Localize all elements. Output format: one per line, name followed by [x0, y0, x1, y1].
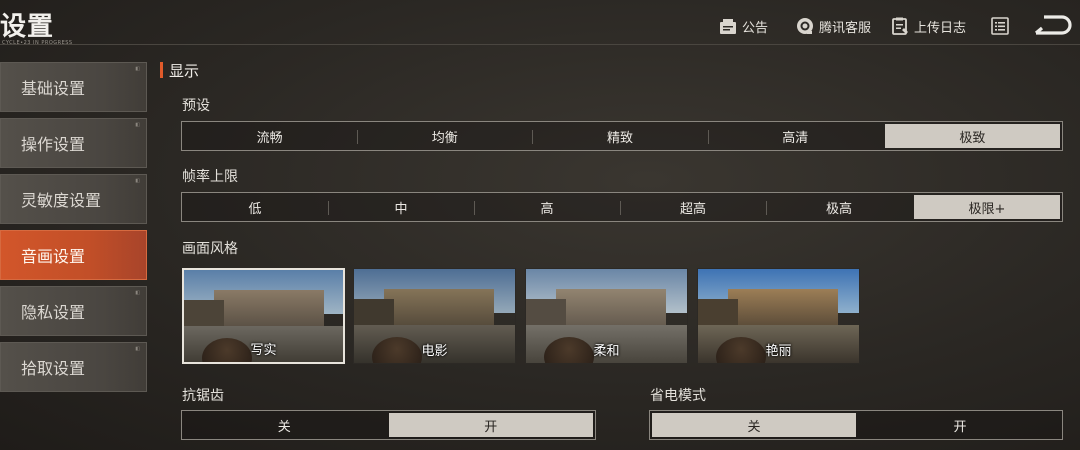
- powersave-toggle: 关 开: [649, 410, 1063, 440]
- antialias-option-off[interactable]: 关: [182, 411, 387, 439]
- menu-list-button[interactable]: [990, 14, 1014, 38]
- style-thumb-cinematic[interactable]: 电影: [353, 268, 516, 364]
- fps-option[interactable]: 超高: [620, 193, 766, 221]
- sidebar-item-basic[interactable]: 基础设置 ◧: [0, 62, 147, 112]
- section-title-display: 显示: [160, 60, 199, 80]
- corner-mark: ◧: [135, 66, 140, 72]
- sidebar-item-privacy[interactable]: 隐私设置 ◧: [0, 286, 147, 336]
- notice-label: 公告: [742, 20, 769, 36]
- preset-option[interactable]: 流畅: [182, 122, 357, 150]
- sidebar-item-controls[interactable]: 操作设置 ◧: [0, 118, 147, 168]
- page-subtitle: CYCLE•23 IN PROGRESS: [2, 40, 73, 46]
- powersave-option-on[interactable]: 开: [858, 411, 1062, 439]
- corner-mark: ◧: [135, 178, 140, 184]
- sidebar-item-label: 基础设置: [21, 79, 86, 98]
- preset-option[interactable]: 高清: [707, 122, 883, 150]
- style-thumb-soft[interactable]: 柔和: [525, 268, 688, 364]
- headset-icon: [797, 18, 813, 34]
- sidebar-item-sensitivity[interactable]: 灵敏度设置 ◧: [0, 174, 147, 224]
- customer-service-button[interactable]: 腾讯客服: [795, 14, 871, 38]
- fps-label: 帧率上限: [182, 169, 238, 185]
- antialias-label: 抗锯齿: [182, 388, 224, 404]
- sidebar-item-label: 音画设置: [21, 247, 86, 266]
- fps-option[interactable]: 高: [474, 193, 620, 221]
- back-button[interactable]: [1032, 14, 1078, 38]
- style-thumb-vivid[interactable]: 艳丽: [697, 268, 860, 364]
- fps-option[interactable]: 极高: [766, 193, 912, 221]
- page-title: 设置: [0, 12, 55, 42]
- sidebar-item-label: 拾取设置: [21, 359, 86, 378]
- preset-option[interactable]: 精致: [532, 122, 707, 150]
- corner-mark: ◧: [135, 122, 140, 128]
- fps-selector: 低 中 高 超高 极高 极限+: [181, 192, 1063, 222]
- fps-option[interactable]: 低: [182, 193, 328, 221]
- corner-mark: ◧: [135, 290, 140, 296]
- log-icon: [892, 17, 908, 35]
- back-icon: [1034, 15, 1072, 35]
- style-thumb-label: 电影: [421, 344, 448, 359]
- powersave-option-off[interactable]: 关: [652, 413, 856, 437]
- fps-option[interactable]: 中: [328, 193, 474, 221]
- sidebar-item-pickup[interactable]: 拾取设置 ◧: [0, 342, 147, 392]
- header-bar: 设置 CYCLE•23 IN PROGRESS 公告 腾讯客服 上传日志: [0, 0, 1080, 50]
- style-thumb-label: 写实: [250, 343, 277, 358]
- preset-label: 预设: [182, 98, 210, 114]
- upload-label: 上传日志: [914, 20, 967, 36]
- style-thumb-realistic[interactable]: 写实: [182, 268, 345, 364]
- sidebar-item-audio-video[interactable]: 音画设置: [0, 230, 147, 280]
- preset-option-selected[interactable]: 极致: [884, 124, 1061, 148]
- style-label: 画面风格: [182, 241, 238, 257]
- preset-selector: 流畅 均衡 精致 高清 极致: [181, 121, 1063, 151]
- preset-option[interactable]: 均衡: [357, 122, 532, 150]
- style-thumbnails: 写实 电影 柔和 艳丽: [182, 268, 862, 364]
- notice-icon: [720, 19, 736, 34]
- antialias-option-on[interactable]: 开: [388, 413, 593, 437]
- powersave-label: 省电模式: [650, 388, 706, 404]
- sidebar-item-label: 灵敏度设置: [21, 191, 102, 210]
- section-title-text: 显示: [169, 61, 200, 80]
- style-thumb-label: 艳丽: [765, 344, 792, 359]
- header-divider: [0, 44, 1080, 45]
- corner-mark: ◧: [135, 346, 140, 352]
- antialias-toggle: 关 开: [181, 410, 596, 440]
- notice-button[interactable]: 公告: [718, 14, 768, 38]
- section-accent-bar: [160, 62, 163, 78]
- sidebar-item-label: 隐私设置: [21, 303, 86, 322]
- fps-option-selected[interactable]: 极限+: [914, 195, 1060, 219]
- sidebar-item-label: 操作设置: [21, 135, 86, 154]
- list-icon: [991, 17, 1009, 35]
- style-thumb-label: 柔和: [593, 344, 620, 359]
- service-label: 腾讯客服: [819, 20, 872, 36]
- upload-log-button[interactable]: 上传日志: [890, 14, 966, 38]
